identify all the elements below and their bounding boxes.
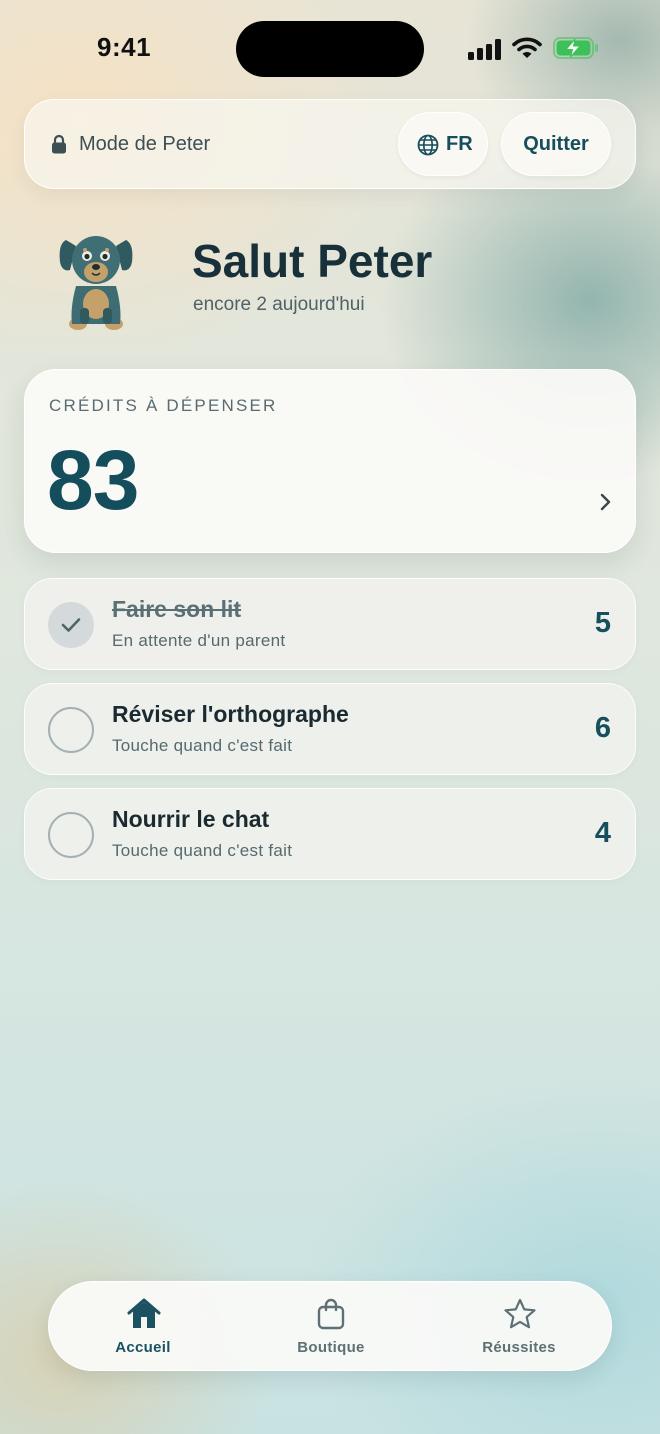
status-bar: 9:41: [0, 0, 660, 96]
task-status: Touche quand c'est fait: [112, 841, 293, 860]
task-item[interactable]: Faire son lit En attente d'un parent 5: [24, 578, 636, 670]
task-checkbox[interactable]: [48, 602, 94, 648]
task-status: Touche quand c'est fait: [112, 736, 293, 755]
tab-home[interactable]: Accueil: [68, 1282, 218, 1372]
task-title: Faire son lit: [112, 596, 242, 622]
parent-mode-label: Mode de Peter: [79, 133, 211, 155]
tab-label: Boutique: [297, 1339, 365, 1356]
dynamic-island: [236, 21, 424, 77]
battery-charging-icon: [553, 37, 598, 59]
tab-label: Accueil: [115, 1339, 171, 1356]
task-checkbox[interactable]: [48, 812, 94, 858]
dog-avatar: [59, 236, 133, 330]
credits-value: 83: [47, 433, 139, 527]
language-label: FR: [446, 133, 473, 155]
task-status: En attente d'un parent: [112, 631, 286, 650]
tab-shop[interactable]: Boutique: [256, 1282, 406, 1372]
task-title: Réviser l'orthographe: [112, 701, 349, 727]
globe-icon: [417, 134, 439, 156]
task-checkbox[interactable]: [48, 707, 94, 753]
task-points: 5: [594, 607, 611, 639]
tab-achievements[interactable]: Réussites: [444, 1282, 594, 1372]
tab-label: Réussites: [482, 1339, 556, 1356]
tab-bar: Accueil Boutique Réussites: [48, 1281, 612, 1371]
remaining-today-subtitle: encore 2 aujourd'hui: [193, 294, 365, 315]
cellular-signal-icon: [468, 38, 502, 60]
status-time: 9:41: [97, 32, 152, 62]
star-icon: [504, 1298, 536, 1329]
task-title: Nourrir le chat: [112, 806, 270, 832]
wifi-icon: [512, 37, 542, 58]
checkmark-icon: [61, 618, 81, 632]
language-button[interactable]: FR: [398, 112, 488, 176]
lock-icon: [52, 134, 66, 154]
task-points: 4: [594, 817, 611, 849]
credits-card[interactable]: CRÉDITS À DÉPENSER 83: [24, 369, 636, 553]
quit-button[interactable]: Quitter: [501, 112, 611, 176]
shopping-bag-icon: [317, 1298, 345, 1330]
chevron-right-icon: [600, 493, 611, 511]
task-item[interactable]: Nourrir le chat Touche quand c'est fait …: [24, 788, 636, 880]
credits-label: CRÉDITS À DÉPENSER: [49, 396, 278, 415]
task-points: 6: [594, 712, 611, 744]
greeting-title: Salut Peter: [192, 235, 433, 287]
top-bar: Mode de Peter FR Quitter: [24, 99, 636, 189]
home-icon: [127, 1298, 161, 1328]
task-item[interactable]: Réviser l'orthographe Touche quand c'est…: [24, 683, 636, 775]
